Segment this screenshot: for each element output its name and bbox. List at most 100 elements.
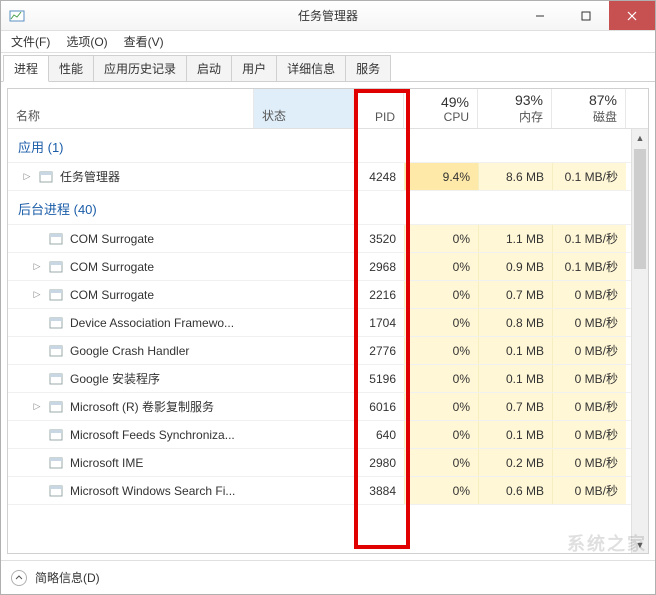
cell-mem: 1.1 MB xyxy=(478,225,552,252)
table-row[interactable]: ▷COM Surrogate29680%0.9 MB0.1 MB/秒 xyxy=(8,253,648,281)
cell-disk: 0.1 MB/秒 xyxy=(552,163,626,190)
scroll-up-icon[interactable]: ▲ xyxy=(632,129,648,146)
process-name: Google Crash Handler xyxy=(70,344,189,358)
tab-startup[interactable]: 启动 xyxy=(186,55,232,81)
cell-pid: 3884 xyxy=(354,477,404,504)
cell-disk: 0 MB/秒 xyxy=(552,449,626,476)
table-row[interactable]: COM Surrogate35200%1.1 MB0.1 MB/秒 xyxy=(8,225,648,253)
expand-icon[interactable]: ▷ xyxy=(32,289,42,300)
maximize-button[interactable] xyxy=(563,1,609,30)
col-disk[interactable]: 87%磁盘 xyxy=(552,89,626,128)
cell-cpu: 9.4% xyxy=(404,163,478,190)
menu-options[interactable]: 选项(O) xyxy=(60,31,113,52)
cell-disk: 0.1 MB/秒 xyxy=(552,253,626,280)
titlebar[interactable]: 任务管理器 xyxy=(1,1,655,31)
cell-pid: 5196 xyxy=(354,365,404,392)
cell-status xyxy=(254,421,354,448)
cell-cpu: 0% xyxy=(404,365,478,392)
process-name: Device Association Framewo... xyxy=(70,316,234,330)
col-pid[interactable]: PID xyxy=(354,89,404,128)
cell-pid: 6016 xyxy=(354,393,404,420)
window-title: 任务管理器 xyxy=(298,7,358,24)
table-row[interactable]: Microsoft IME29800%0.2 MB0 MB/秒 xyxy=(8,449,648,477)
tab-app-history[interactable]: 应用历史记录 xyxy=(93,55,187,81)
table-row[interactable]: ▷Microsoft (R) 卷影复制服务60160%0.7 MB0 MB/秒 xyxy=(8,393,648,421)
cell-name: Microsoft Feeds Synchroniza... xyxy=(8,421,254,448)
app-icon xyxy=(9,8,25,24)
table-row[interactable]: Device Association Framewo...17040%0.8 M… xyxy=(8,309,648,337)
table-row[interactable]: Microsoft Windows Search Fi...38840%0.6 … xyxy=(8,477,648,505)
cell-cpu: 0% xyxy=(404,449,478,476)
fewer-details-label[interactable]: 简略信息(D) xyxy=(35,569,100,586)
scroll-down-icon[interactable]: ▼ xyxy=(632,536,648,553)
minimize-button[interactable] xyxy=(517,1,563,30)
col-name[interactable]: 名称 xyxy=(8,89,254,128)
cell-mem: 0.9 MB xyxy=(478,253,552,280)
group-background: 后台进程 (40) xyxy=(8,191,648,225)
tab-users[interactable]: 用户 xyxy=(231,55,277,81)
cell-name: Device Association Framewo... xyxy=(8,309,254,336)
process-icon xyxy=(48,371,64,387)
cell-mem: 0.6 MB xyxy=(478,477,552,504)
cell-status xyxy=(254,393,354,420)
close-button[interactable] xyxy=(609,1,655,30)
cell-name: Google Crash Handler xyxy=(8,337,254,364)
scrollbar[interactable]: ▲ ▼ xyxy=(631,129,648,553)
cell-cpu: 0% xyxy=(404,281,478,308)
cell-status xyxy=(254,365,354,392)
process-icon xyxy=(38,169,54,185)
cell-pid: 3520 xyxy=(354,225,404,252)
col-pid-label: PID xyxy=(375,110,395,124)
cell-disk: 0 MB/秒 xyxy=(552,393,626,420)
process-name: COM Surrogate xyxy=(70,232,154,246)
tab-details[interactable]: 详细信息 xyxy=(276,55,346,81)
cell-pid: 4248 xyxy=(354,163,404,190)
table-row[interactable]: ▷COM Surrogate22160%0.7 MB0 MB/秒 xyxy=(8,281,648,309)
menu-file[interactable]: 文件(F) xyxy=(5,31,56,52)
expand-icon[interactable]: ▷ xyxy=(32,261,42,272)
col-cpu[interactable]: 49%CPU xyxy=(404,89,478,128)
process-table: 名称 状态 PID 49%CPU 93%内存 87%磁盘 应用 (1)▷任务管理… xyxy=(7,88,649,554)
table-row[interactable]: Microsoft Feeds Synchroniza...6400%0.1 M… xyxy=(8,421,648,449)
cell-mem: 8.6 MB xyxy=(478,163,552,190)
process-icon xyxy=(48,455,64,471)
cell-status xyxy=(254,477,354,504)
col-mem[interactable]: 93%内存 xyxy=(478,89,552,128)
process-name: Microsoft Feeds Synchroniza... xyxy=(70,428,235,442)
disk-pct: 87% xyxy=(589,92,617,108)
cell-mem: 0.8 MB xyxy=(478,309,552,336)
scrollbar-thumb[interactable] xyxy=(634,149,646,269)
cell-disk: 0.1 MB/秒 xyxy=(552,225,626,252)
cell-name: ▷COM Surrogate xyxy=(8,253,254,280)
fewer-details-button[interactable] xyxy=(11,570,27,586)
table-row[interactable]: ▷任务管理器 42489.4%8.6 MB0.1 MB/秒 xyxy=(8,163,648,191)
tab-processes[interactable]: 进程 xyxy=(3,55,49,82)
table-row[interactable]: Google Crash Handler27760%0.1 MB0 MB/秒 xyxy=(8,337,648,365)
table-body[interactable]: 应用 (1)▷任务管理器42489.4%8.6 MB0.1 MB/秒后台进程 (… xyxy=(8,129,648,553)
process-icon xyxy=(48,427,64,443)
cell-name: ▷ COM Surrogate xyxy=(8,281,254,308)
cell-name: Microsoft Windows Search Fi... xyxy=(8,477,254,504)
cell-status xyxy=(254,337,354,364)
process-name: Google 安装程序 xyxy=(70,370,160,387)
cell-pid: 2776 xyxy=(354,337,404,364)
cell-cpu: 0% xyxy=(404,421,478,448)
cpu-label: CPU xyxy=(444,110,469,124)
process-name: COM Surrogate xyxy=(70,288,154,302)
cell-status xyxy=(254,309,354,336)
expand-icon[interactable]: ▷ xyxy=(22,171,32,182)
tab-services[interactable]: 服务 xyxy=(345,55,391,81)
cell-cpu: 0% xyxy=(404,309,478,336)
cell-status xyxy=(254,253,354,280)
process-icon xyxy=(48,259,64,275)
cell-name: ▷任务管理器 xyxy=(8,163,254,190)
process-name: Microsoft Windows Search Fi... xyxy=(70,484,235,498)
expand-icon[interactable]: ▷ xyxy=(32,401,42,412)
cell-pid: 2216 xyxy=(354,281,404,308)
table-row[interactable]: Google 安装程序51960%0.1 MB0 MB/秒 xyxy=(8,365,648,393)
footer: 简略信息(D) xyxy=(1,560,655,594)
col-status[interactable]: 状态 xyxy=(254,89,354,128)
menu-view[interactable]: 查看(V) xyxy=(118,31,170,52)
cpu-pct: 49% xyxy=(441,94,469,110)
tab-performance[interactable]: 性能 xyxy=(48,55,94,81)
